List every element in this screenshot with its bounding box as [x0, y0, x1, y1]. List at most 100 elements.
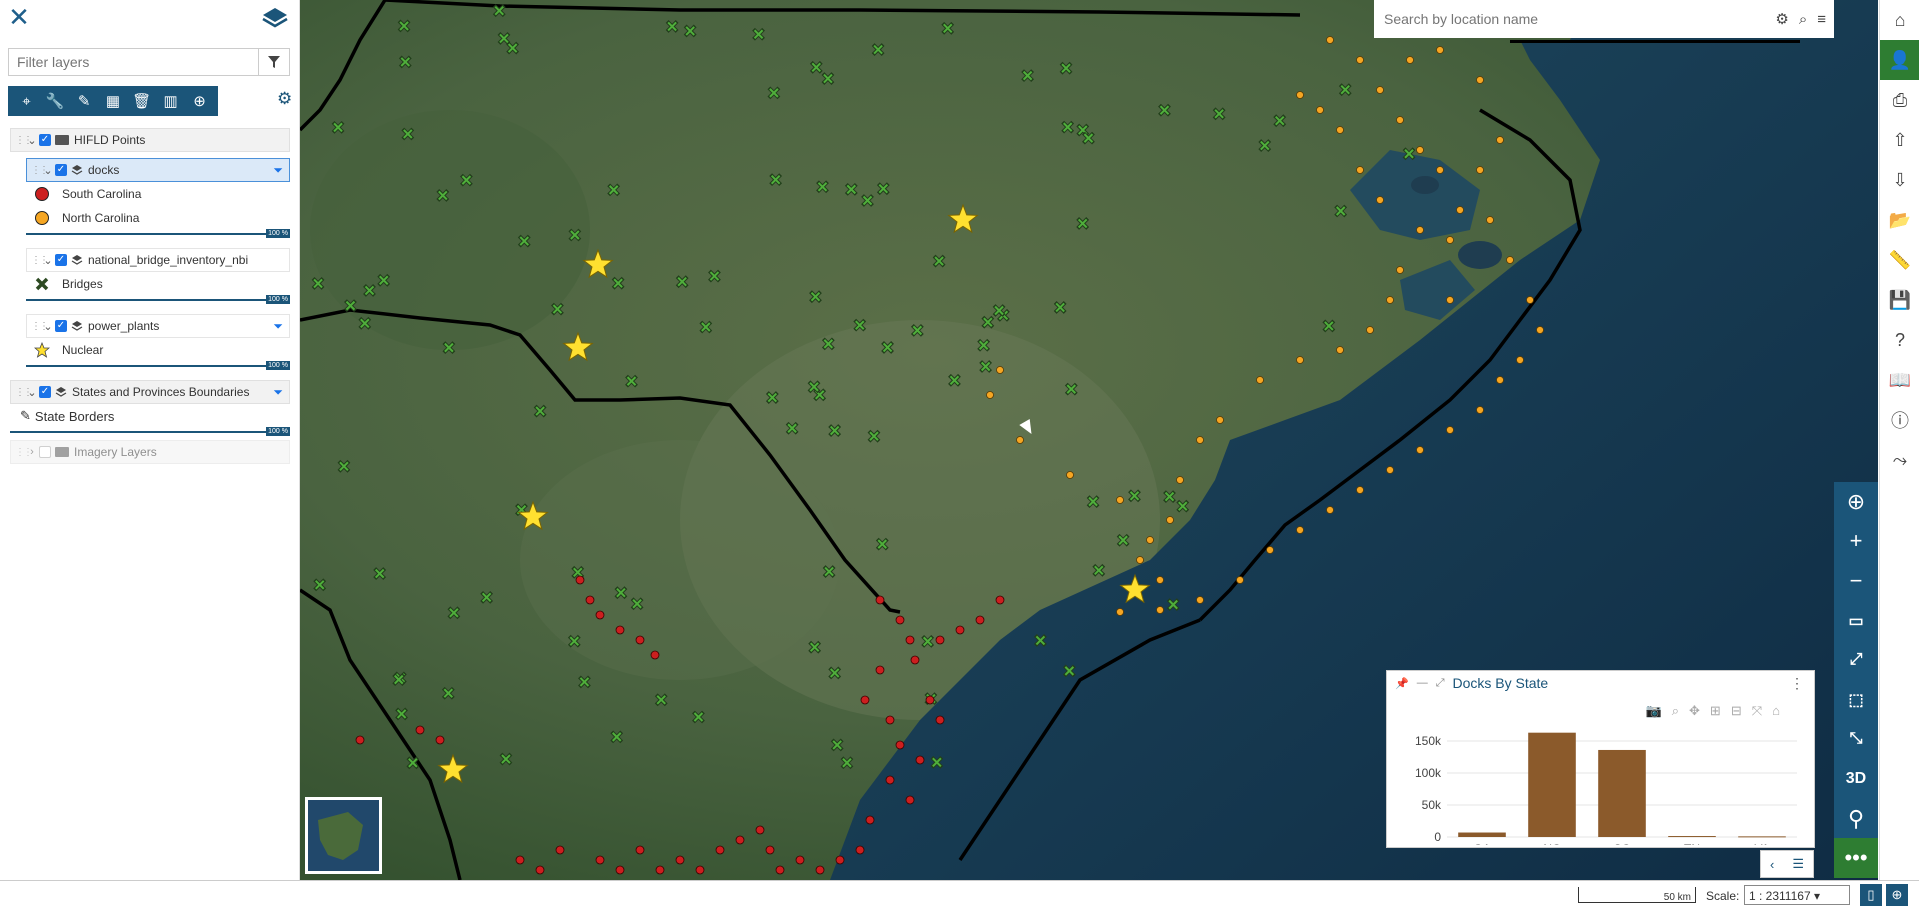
nc-dock-marker[interactable]: [1476, 166, 1484, 174]
chart-icon[interactable]: ▥: [160, 92, 182, 110]
zoom-to-icon[interactable]: ⌖: [15, 93, 37, 110]
sc-dock-marker[interactable]: [815, 865, 825, 875]
layer-bridges[interactable]: ⋮⋮ ⌄ ✓ national_bridge_inventory_nbi: [26, 248, 290, 272]
bar-va[interactable]: [1738, 836, 1786, 838]
sc-dock-marker[interactable]: [875, 665, 885, 675]
nc-dock-marker[interactable]: [1196, 596, 1204, 604]
sc-dock-marker[interactable]: [915, 755, 925, 765]
nc-dock-marker[interactable]: [1236, 576, 1244, 584]
table-icon[interactable]: ▦: [102, 92, 124, 110]
nc-dock-marker[interactable]: [1386, 466, 1394, 474]
sc-dock-marker[interactable]: [615, 865, 625, 875]
bar-sc[interactable]: [1598, 749, 1646, 837]
opacity-slider[interactable]: 100 %: [26, 295, 290, 304]
nc-dock-marker[interactable]: [1496, 136, 1504, 144]
home-icon[interactable]: ⌂: [1880, 0, 1919, 40]
nc-dock-marker[interactable]: [1166, 516, 1174, 524]
layer-docks[interactable]: ⋮⋮ ⌄ ✓ docks ⏷: [26, 158, 290, 182]
mobile-icon[interactable]: ▯: [1860, 884, 1882, 906]
sc-dock-marker[interactable]: [535, 865, 545, 875]
nc-dock-marker[interactable]: [1406, 56, 1414, 64]
route-icon[interactable]: ⤳: [1880, 440, 1919, 480]
nc-dock-marker[interactable]: [1326, 36, 1334, 44]
print-icon[interactable]: ⎙: [1880, 80, 1919, 120]
group-hifld-points[interactable]: ⋮⋮ ⌄ ✓ HIFLD Points: [10, 128, 290, 152]
nuclear-plant-marker[interactable]: [562, 331, 594, 362]
filter-layers-input[interactable]: [9, 49, 258, 75]
nc-dock-marker[interactable]: [1066, 471, 1074, 479]
download-icon[interactable]: ⊕: [188, 92, 210, 110]
nc-dock-marker[interactable]: [1416, 226, 1424, 234]
opacity-slider[interactable]: 100 %: [26, 229, 290, 238]
nc-dock-marker[interactable]: [1486, 216, 1494, 224]
help-icon[interactable]: ?: [1880, 320, 1919, 360]
nc-dock-marker[interactable]: [1336, 346, 1344, 354]
chevron-down-icon[interactable]: ⌄: [41, 164, 55, 177]
sc-dock-marker[interactable]: [555, 845, 565, 855]
sc-dock-marker[interactable]: [910, 655, 920, 665]
nc-dock-marker[interactable]: [1446, 296, 1454, 304]
sc-dock-marker[interactable]: [875, 595, 885, 605]
sc-dock-marker[interactable]: [650, 650, 660, 660]
nc-dock-marker[interactable]: [1266, 546, 1274, 554]
drag-handle-icon[interactable]: ⋮⋮: [15, 447, 33, 458]
ruler-icon[interactable]: 📏: [1880, 240, 1919, 280]
sc-dock-marker[interactable]: [635, 635, 645, 645]
layers-icon[interactable]: [261, 6, 289, 30]
nuclear-plant-marker[interactable]: [437, 753, 469, 784]
layer-checkbox[interactable]: ✓: [55, 254, 67, 266]
group-checkbox[interactable]: ✓: [39, 134, 51, 146]
bar-tn[interactable]: [1668, 836, 1716, 838]
globe-icon[interactable]: ⊕: [1886, 884, 1908, 906]
nc-dock-marker[interactable]: [1156, 606, 1164, 614]
nc-dock-marker[interactable]: [986, 391, 994, 399]
nc-dock-marker[interactable]: [1376, 196, 1384, 204]
sc-dock-marker[interactable]: [865, 815, 875, 825]
sc-dock-marker[interactable]: [955, 625, 965, 635]
nc-dock-marker[interactable]: [1536, 326, 1544, 334]
search-icon[interactable]: ⌕: [1799, 11, 1807, 28]
sc-dock-marker[interactable]: [885, 715, 895, 725]
group-imagery-layers[interactable]: ⋮⋮ › Imagery Layers: [10, 440, 290, 464]
pin-icon[interactable]: 📌: [1395, 677, 1409, 690]
nc-dock-marker[interactable]: [1436, 166, 1444, 174]
drag-handle-icon[interactable]: ⋮⋮: [15, 387, 33, 398]
filter-icon[interactable]: ⏷: [273, 385, 283, 400]
gear-icon[interactable]: ⚙: [1775, 10, 1788, 28]
nc-dock-marker[interactable]: [1436, 46, 1444, 54]
nc-dock-marker[interactable]: [1136, 556, 1144, 564]
scale-select[interactable]: 1 : 2311167 ▾: [1744, 885, 1850, 905]
nc-dock-marker[interactable]: [1016, 436, 1024, 444]
sc-dock-marker[interactable]: [975, 615, 985, 625]
nc-dock-marker[interactable]: [1376, 86, 1384, 94]
nc-dock-marker[interactable]: [1456, 206, 1464, 214]
nc-dock-marker[interactable]: [1156, 576, 1164, 584]
chevron-down-icon[interactable]: ⌄: [25, 134, 39, 147]
filter-icon[interactable]: ⏷: [273, 163, 283, 178]
sc-dock-marker[interactable]: [855, 845, 865, 855]
bar-nc[interactable]: [1528, 732, 1576, 837]
drag-handle-icon[interactable]: ⋮⋮: [31, 255, 49, 266]
sc-dock-marker[interactable]: [795, 855, 805, 865]
sc-dock-marker[interactable]: [735, 835, 745, 845]
chevron-right-icon[interactable]: ›: [25, 446, 39, 458]
nc-dock-marker[interactable]: [1326, 506, 1334, 514]
sc-dock-marker[interactable]: [585, 595, 595, 605]
nc-dock-marker[interactable]: [1336, 126, 1344, 134]
overview-map[interactable]: [305, 797, 382, 874]
nc-dock-marker[interactable]: [1216, 416, 1224, 424]
sc-dock-marker[interactable]: [895, 740, 905, 750]
list-icon[interactable]: ☰: [1792, 856, 1804, 872]
nc-dock-marker[interactable]: [1386, 296, 1394, 304]
sc-dock-marker[interactable]: [695, 865, 705, 875]
sc-dock-marker[interactable]: [435, 735, 445, 745]
chevron-left-icon[interactable]: ‹: [1770, 857, 1774, 872]
locate-icon[interactable]: ⊕: [1834, 482, 1878, 522]
nc-dock-marker[interactable]: [1366, 326, 1374, 334]
group-checkbox[interactable]: [39, 446, 51, 458]
select-icon[interactable]: ⬚: [1834, 680, 1878, 720]
nc-dock-marker[interactable]: [1396, 116, 1404, 124]
panel-toggle[interactable]: ‹ ☰: [1760, 850, 1814, 878]
sc-dock-marker[interactable]: [885, 775, 895, 785]
pin-icon[interactable]: ⚲: [1834, 799, 1878, 839]
